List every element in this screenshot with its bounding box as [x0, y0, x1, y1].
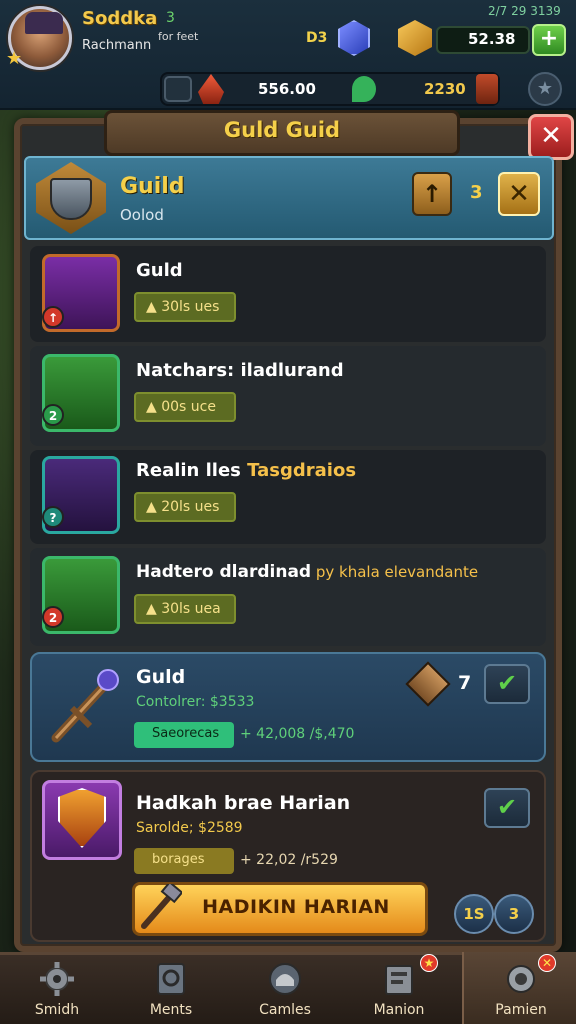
helmet-icon: [269, 963, 301, 995]
player-subtitle: Rachmann: [82, 38, 152, 53]
cog-icon: [507, 965, 535, 993]
action-button-label: HADIKIN HARIAN: [202, 896, 390, 918]
item-badge: 2: [42, 404, 64, 426]
add-gold-button[interactable]: +: [532, 24, 566, 56]
map-icon: [157, 963, 185, 995]
alert-icon: ★: [420, 954, 438, 972]
featured-pill[interactable]: Saeorecas: [134, 722, 234, 748]
shield-icon: [50, 178, 92, 220]
item-title: Guld: [136, 260, 183, 281]
featured-title: Guld: [136, 666, 186, 688]
round-button-1[interactable]: 1S: [454, 894, 494, 934]
featured-count: 7: [458, 672, 472, 694]
gold-value: 52.38: [468, 30, 516, 48]
player-level: 3: [166, 10, 175, 26]
nav-item-pamien[interactable]: ✕ Pamien: [462, 952, 576, 1024]
item-title: Realin lles Tasgdraios: [136, 460, 357, 481]
guild-subtitle: Oolod: [120, 206, 164, 224]
potion-icon: [476, 74, 498, 104]
nav-item-camles[interactable]: Camles: [228, 952, 342, 1024]
item-badge: ?: [42, 506, 64, 528]
round-button-2[interactable]: 3: [494, 894, 534, 934]
confirm-button-2[interactable]: ✔: [484, 788, 530, 828]
nav-label: Ments: [149, 1002, 193, 1018]
box-icon[interactable]: [164, 76, 192, 102]
clock: 2/7 29 3139: [488, 4, 561, 18]
item-cost[interactable]: ▲ 30ls uea: [134, 594, 236, 624]
resource-value-2: 2230: [424, 80, 466, 98]
player-tag: for feet: [158, 30, 199, 43]
nav-label: Manion: [373, 1002, 425, 1018]
hat-icon: [25, 12, 63, 34]
item-cost[interactable]: ▲ 20ls ues: [134, 492, 236, 522]
nav-label: Camles: [259, 1002, 311, 1018]
item-cost[interactable]: ▲ 30ls ues: [134, 292, 236, 322]
upgrade-button[interactable]: ↑: [412, 172, 452, 216]
featured2-progress: + 22,02 /r529: [240, 852, 338, 868]
featured2-pill[interactable]: borages: [134, 848, 234, 874]
guild-dismiss-button[interactable]: ✕: [498, 172, 540, 216]
scroll-icon: [385, 965, 413, 995]
featured-line: Contolrer: $3533: [136, 694, 255, 710]
star-icon: ★: [6, 48, 23, 69]
gem-count: D3: [306, 30, 328, 46]
nav-item-manion[interactable]: ★ Manion: [342, 952, 456, 1024]
item-title: Hadtero dlardinad py khala elevandante: [136, 562, 479, 582]
item-badge: 2: [42, 606, 64, 628]
nav-label: Pamien: [495, 1002, 547, 1018]
guild-name: Guild: [120, 174, 185, 199]
featured2-title: Hadkah brae Harian: [136, 792, 351, 814]
guild-count: 3: [470, 182, 483, 203]
item-cost[interactable]: ▲ 00s uce: [134, 392, 236, 422]
item-title: Natchars: iladlurand: [136, 360, 344, 381]
alert-icon: ✕: [538, 954, 556, 972]
featured2-line: Sarolde; $2589: [136, 820, 243, 836]
nav-item-smith[interactable]: Smidh: [0, 952, 114, 1024]
featured-progress: + 42,008 /$,470: [240, 726, 355, 742]
resource-value-1: 556.00: [258, 80, 316, 98]
close-button[interactable]: ✕: [528, 114, 574, 160]
nav-item-ments[interactable]: Ments: [114, 952, 228, 1024]
nav-label: Smidh: [34, 1002, 80, 1018]
favorites-button[interactable]: ★: [528, 72, 562, 106]
staff-icon: [51, 669, 119, 743]
item-badge: ↑: [42, 306, 64, 328]
player-name: Soddka: [82, 8, 158, 29]
panel-title: Guld Guid: [223, 118, 341, 142]
confirm-button[interactable]: ✔: [484, 664, 530, 704]
gear-icon: [40, 962, 74, 996]
leaf-icon: [352, 76, 376, 102]
